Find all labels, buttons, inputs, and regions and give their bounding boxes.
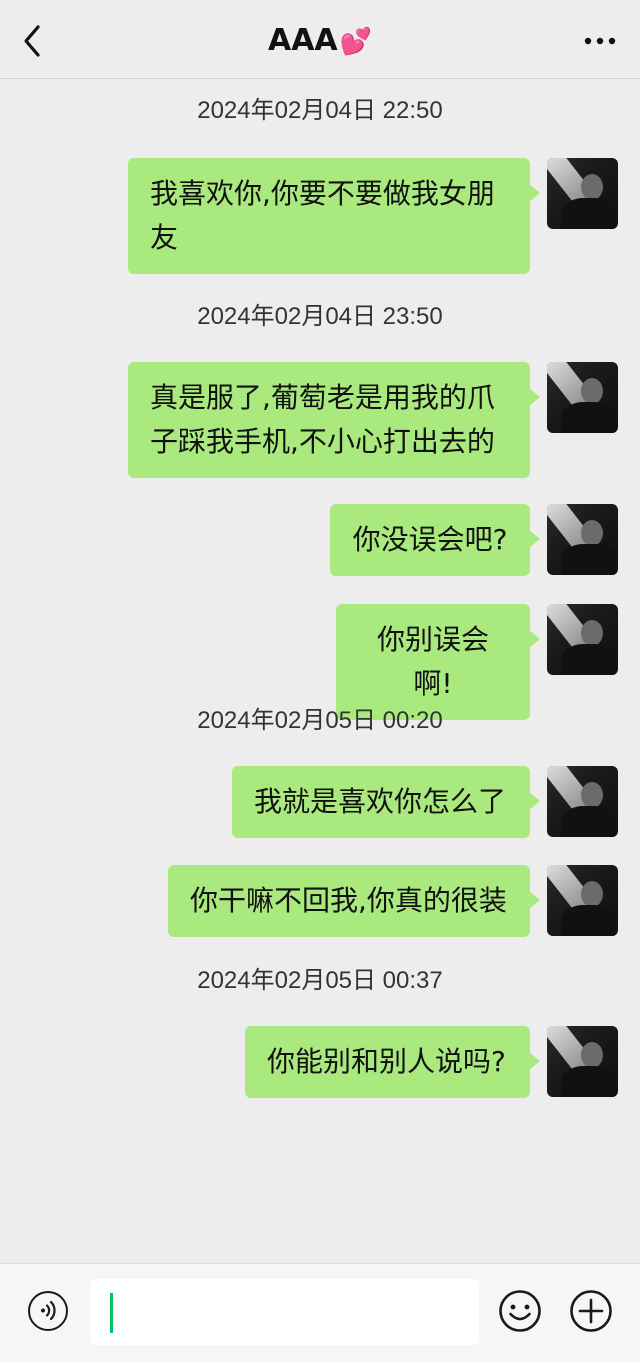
contact-name: AAA	[267, 23, 338, 58]
timestamp: 2024年02月04日 23:50	[197, 303, 443, 330]
message-input[interactable]	[90, 1279, 479, 1345]
message-bubble[interactable]: 你别误会啊!	[336, 604, 540, 720]
emoji-button[interactable]	[498, 1289, 542, 1333]
message-bubble[interactable]: 我喜欢你,你要不要做我女朋 友	[128, 158, 540, 274]
plus-button[interactable]	[569, 1289, 613, 1333]
avatar[interactable]	[547, 604, 618, 675]
chat-title: AAA💕	[0, 22, 640, 61]
composer-bar	[0, 1263, 640, 1362]
more-button[interactable]	[582, 28, 618, 54]
message-bubble[interactable]: 你干嘛不回我,你真的很装	[168, 865, 540, 937]
timestamp: 2024年02月05日 00:37	[197, 967, 443, 994]
timestamp: 2024年02月05日 00:20	[197, 707, 443, 734]
heart-emoji: 💕	[339, 27, 373, 57]
emoji-icon	[499, 1290, 541, 1332]
voice-icon	[41, 1300, 56, 1321]
voice-button[interactable]	[28, 1291, 68, 1331]
avatar[interactable]	[547, 362, 618, 433]
plus-icon	[570, 1290, 612, 1332]
timestamp: 2024年02月04日 22:50	[197, 97, 443, 124]
avatar[interactable]	[547, 766, 618, 837]
message-bubble[interactable]: 你没误会吧?	[330, 504, 540, 576]
more-horizontal-icon	[584, 37, 616, 45]
message-bubble[interactable]: 你能别和别人说吗?	[245, 1026, 540, 1098]
chat-header: AAA💕	[0, 0, 640, 79]
avatar[interactable]	[547, 158, 618, 229]
avatar[interactable]	[547, 865, 618, 936]
message-bubble[interactable]: 真是服了,葡萄老是用我的爪 子踩我手机,不小心打出去的	[128, 362, 540, 478]
avatar[interactable]	[547, 504, 618, 575]
message-bubble[interactable]: 我就是喜欢你怎么了	[232, 766, 540, 838]
text-caret	[110, 1293, 113, 1333]
message-list[interactable]: 2024年02月04日 22:50 我喜欢你,你要不要做我女朋 友 2024年0…	[0, 78, 640, 1263]
avatar[interactable]	[547, 1026, 618, 1097]
